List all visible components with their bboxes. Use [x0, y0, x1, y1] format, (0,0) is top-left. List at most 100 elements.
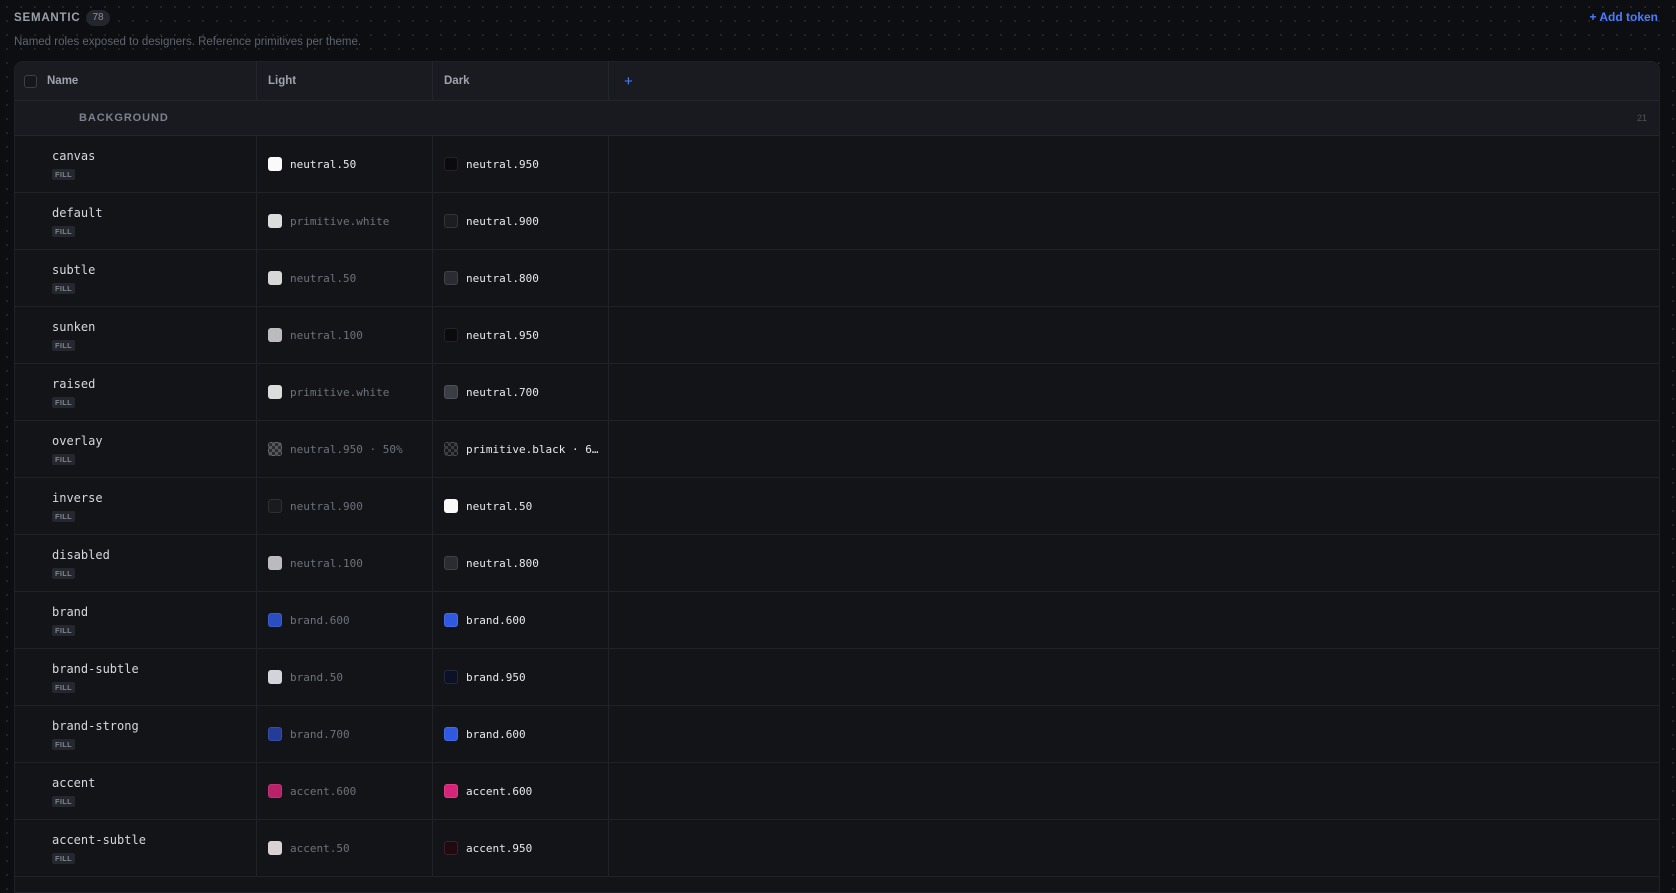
dark-value-cell[interactable]: neutral.800: [432, 250, 609, 306]
light-value-cell[interactable]: primitive.white: [256, 193, 433, 249]
dark-value: brand.950: [466, 670, 526, 684]
table-row[interactable]: accent-subtle FILL accent.50 accent.950: [15, 820, 1659, 877]
dark-value-cell[interactable]: primitive.black · 60%: [432, 421, 609, 477]
table-row[interactable]: accent FILL accent.600 accent.600: [15, 763, 1659, 820]
light-color-swatch: [268, 784, 282, 798]
light-color-swatch: [268, 499, 282, 513]
light-value: primitive.white: [290, 385, 390, 399]
light-value-cell[interactable]: brand.600: [256, 592, 433, 648]
light-value-cell[interactable]: neutral.100: [256, 307, 433, 363]
token-type-badge: FILL: [52, 225, 76, 237]
tokens-table: Name Light Dark + BACKGROUND 21 canvas F…: [14, 61, 1660, 893]
dark-color-swatch: [444, 670, 458, 684]
dark-value-cell[interactable]: neutral.950: [432, 307, 609, 363]
light-color-swatch: [268, 214, 282, 228]
table-row[interactable]: default FILL primitive.white neutral.900: [15, 193, 1659, 250]
table-row[interactable]: brand FILL brand.600 brand.600: [15, 592, 1659, 649]
dark-value-cell[interactable]: neutral.900: [432, 193, 609, 249]
dark-value-cell[interactable]: accent.600: [432, 763, 609, 819]
token-type-badge: FILL: [52, 453, 76, 465]
light-value-cell[interactable]: accent.600: [256, 763, 433, 819]
token-type-badge: FILL: [52, 510, 76, 522]
table-row[interactable]: brand-subtle FILL brand.50 brand.950: [15, 649, 1659, 706]
dark-color-swatch: [444, 328, 458, 342]
light-color-swatch: [268, 841, 282, 855]
dark-value-cell[interactable]: neutral.700: [432, 364, 609, 420]
light-color-swatch: [268, 385, 282, 399]
add-token-button[interactable]: + Add token: [1589, 10, 1658, 24]
column-header-name[interactable]: Name: [15, 62, 257, 100]
token-type-badge: FILL: [52, 396, 76, 408]
name-cell: brand-strong FILL: [15, 706, 257, 762]
dark-value-cell[interactable]: accent.950: [432, 820, 609, 876]
section-header: SEMANTIC 78 Named roles exposed to desig…: [14, 9, 1658, 49]
light-value: accent.600: [290, 784, 357, 798]
table-row[interactable]: brand-strong FILL brand.700 brand.600: [15, 706, 1659, 763]
light-color-swatch: [268, 271, 282, 285]
dark-value-cell[interactable]: brand.600: [432, 592, 609, 648]
token-name[interactable]: inverse: [52, 491, 103, 505]
token-name[interactable]: accent: [52, 776, 95, 790]
column-header-dark[interactable]: Dark: [432, 62, 609, 100]
dark-value: primitive.black · 60%: [466, 442, 601, 456]
select-all-checkbox[interactable]: [24, 74, 37, 88]
dark-value-cell[interactable]: neutral.50: [432, 478, 609, 534]
dark-value-cell[interactable]: neutral.950: [432, 136, 609, 192]
dark-value-cell[interactable]: brand.950: [432, 649, 609, 705]
table-body: canvas FILL neutral.50 neutral.950 defau…: [15, 136, 1659, 877]
table-row[interactable]: canvas FILL neutral.50 neutral.950: [15, 136, 1659, 193]
dark-value: neutral.800: [466, 556, 539, 570]
token-name[interactable]: brand-strong: [52, 719, 139, 733]
token-type-badge: FILL: [52, 852, 76, 864]
token-name[interactable]: subtle: [52, 263, 95, 277]
name-cell: overlay FILL: [15, 421, 257, 477]
dark-value-cell[interactable]: brand.600: [432, 706, 609, 762]
light-value-cell[interactable]: neutral.50: [256, 136, 433, 192]
light-value-cell[interactable]: neutral.950 · 50%: [256, 421, 433, 477]
token-name[interactable]: disabled: [52, 548, 110, 562]
table-row[interactable]: disabled FILL neutral.100 neutral.800: [15, 535, 1659, 592]
light-value-cell[interactable]: primitive.white: [256, 364, 433, 420]
light-value-cell[interactable]: brand.700: [256, 706, 433, 762]
add-column-button[interactable]: +: [608, 73, 633, 90]
table-row[interactable]: inverse FILL neutral.900 neutral.50: [15, 478, 1659, 535]
light-value-cell[interactable]: accent.50: [256, 820, 433, 876]
name-cell: brand FILL: [15, 592, 257, 648]
dark-value-cell[interactable]: neutral.800: [432, 535, 609, 591]
light-value-cell[interactable]: neutral.900: [256, 478, 433, 534]
light-value-cell[interactable]: neutral.100: [256, 535, 433, 591]
token-name[interactable]: sunken: [52, 320, 95, 334]
light-color-swatch: [268, 442, 282, 456]
token-name[interactable]: default: [52, 206, 103, 220]
table-header: Name Light Dark +: [15, 62, 1659, 101]
dark-color-swatch: [444, 442, 458, 456]
name-cell: brand-subtle FILL: [15, 649, 257, 705]
table-row[interactable]: subtle FILL neutral.50 neutral.800: [15, 250, 1659, 307]
token-type-badge: FILL: [52, 339, 76, 351]
name-cell: raised FILL: [15, 364, 257, 420]
table-row[interactable]: raised FILL primitive.white neutral.700: [15, 364, 1659, 421]
column-header-light[interactable]: Light: [256, 62, 433, 100]
light-value-cell[interactable]: brand.50: [256, 649, 433, 705]
table-row[interactable]: sunken FILL neutral.100 neutral.950: [15, 307, 1659, 364]
name-cell: subtle FILL: [15, 250, 257, 306]
token-name[interactable]: brand-subtle: [52, 662, 139, 676]
light-color-swatch: [268, 727, 282, 741]
token-type-badge: FILL: [52, 567, 76, 579]
table-row[interactable]: overlay FILL neutral.950 · 50% primitive…: [15, 421, 1659, 478]
dark-value: accent.600: [466, 784, 533, 798]
light-value-cell[interactable]: neutral.50: [256, 250, 433, 306]
token-name[interactable]: canvas: [52, 149, 95, 163]
group-label: BACKGROUND: [79, 112, 169, 124]
token-name[interactable]: accent-subtle: [52, 833, 146, 847]
token-name[interactable]: brand: [52, 605, 88, 619]
dark-value: neutral.950: [466, 157, 539, 171]
group-row-background[interactable]: BACKGROUND 21: [15, 101, 1659, 136]
token-name[interactable]: overlay: [52, 434, 103, 448]
dark-color-swatch: [444, 784, 458, 798]
token-name[interactable]: raised: [52, 377, 95, 391]
name-cell: accent-subtle FILL: [15, 820, 257, 876]
dark-value: brand.600: [466, 613, 526, 627]
dark-value: neutral.950: [466, 328, 539, 342]
light-value: neutral.50: [290, 157, 357, 171]
